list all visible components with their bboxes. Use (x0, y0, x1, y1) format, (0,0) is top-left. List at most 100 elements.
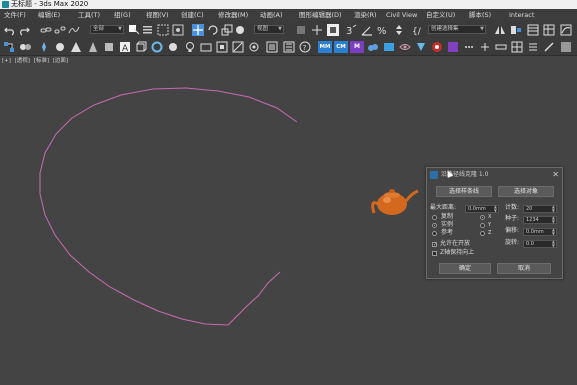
rendered-frame-icon[interactable] (54, 41, 66, 53)
undo-icon[interactable] (4, 24, 16, 36)
spline-circle[interactable] (39, 87, 298, 326)
rect-selection-icon[interactable] (157, 24, 169, 36)
axis-z-radio[interactable] (480, 231, 485, 236)
menu-interactive[interactable]: Interact (509, 9, 534, 21)
cylinder-icon[interactable] (103, 41, 115, 53)
brush-icon[interactable] (543, 41, 555, 53)
percent-snap-icon[interactable]: % (377, 24, 389, 36)
spinner-arrows-icon[interactable]: ▲ ▼ (552, 216, 555, 224)
red-record-icon[interactable] (431, 41, 443, 53)
render-production-icon[interactable] (70, 41, 82, 53)
viewport-pov-menu[interactable]: [透视] (15, 58, 30, 64)
allow-open-checkbox[interactable]: ✓ (432, 242, 437, 248)
ok-button[interactable]: 确定 (439, 263, 491, 274)
cloud-icon[interactable] (367, 41, 379, 53)
menu-civil-view[interactable]: Civil View (386, 9, 417, 21)
count-spinner[interactable]: 20 ▲ ▼ (523, 205, 557, 213)
helper-icon[interactable] (216, 41, 228, 53)
utilities-icon[interactable] (283, 41, 295, 53)
spacewarp-icon[interactable] (232, 41, 244, 53)
select-move-icon[interactable] (192, 24, 204, 36)
select-scale-icon[interactable] (221, 24, 233, 36)
render-setup-icon[interactable] (38, 41, 50, 53)
camera-icon[interactable] (200, 41, 212, 53)
torus-icon[interactable] (151, 41, 163, 53)
purple-tool-icon[interactable] (447, 41, 459, 53)
menu-edit[interactable]: 编辑(E) (38, 9, 60, 21)
gradient-icon[interactable] (560, 41, 572, 53)
viewport-standard-menu[interactable]: [标准] (34, 58, 49, 64)
seed-spinner[interactable]: 1234 ▲ ▼ (523, 216, 557, 224)
spinner-arrows-icon[interactable]: ▲ ▼ (552, 240, 555, 248)
toggle-ribbon-icon[interactable] (543, 24, 555, 36)
select-rotate-icon[interactable] (207, 24, 219, 36)
mirror-icon[interactable] (494, 24, 506, 36)
help-icon[interactable]: ? (299, 41, 311, 53)
spinner-arrows-icon[interactable]: ▲ ▼ (494, 205, 497, 213)
bind-spacewarp-icon[interactable] (68, 24, 80, 36)
shape-tool-icon[interactable] (415, 41, 427, 53)
window-crossing-icon[interactable] (172, 24, 184, 36)
z-axis-up-checkbox[interactable] (432, 251, 437, 256)
angle-snap-icon[interactable] (361, 24, 373, 36)
max-distance-spinner[interactable]: 0.0mm ▲ ▼ (465, 205, 499, 213)
instance-radio[interactable] (432, 223, 437, 228)
snaps-toggle-icon[interactable]: 3 (345, 24, 357, 36)
copy-radio[interactable] (432, 215, 437, 220)
link-icon[interactable] (40, 24, 52, 36)
close-icon[interactable]: ✕ (552, 168, 559, 181)
redo-icon[interactable] (18, 24, 30, 36)
script-list-icon[interactable] (527, 41, 539, 53)
sprinkler-icon[interactable] (479, 41, 491, 53)
menu-tools[interactable]: 工具(T) (78, 9, 100, 21)
menu-file[interactable]: 文件(F) (4, 9, 26, 21)
systems-icon[interactable] (248, 41, 260, 53)
rotate-spinner[interactable]: 0.0 ▲ ▼ (523, 240, 557, 248)
menu-rendering[interactable]: 渲染(R) (354, 9, 377, 21)
edit-named-selection-icon[interactable]: {/ (412, 24, 424, 36)
axis-y-radio[interactable] (480, 223, 485, 228)
box-icon[interactable] (135, 41, 147, 53)
keyboard-shortcut-icon[interactable] (327, 24, 339, 36)
spinner-arrows-icon[interactable]: ▲ ▼ (552, 205, 555, 213)
menu-scripting[interactable]: 脚本(S) (469, 9, 491, 21)
align-icon[interactable] (510, 24, 522, 36)
menu-animation[interactable]: 动画(A) (260, 9, 283, 21)
axis-x-radio[interactable] (480, 215, 485, 220)
pick-spline-button[interactable]: 选择样条线 (436, 186, 492, 197)
sphere-icon[interactable] (167, 41, 179, 53)
table-tool-icon[interactable] (511, 41, 523, 53)
menu-customize[interactable]: 自定义(U) (426, 9, 455, 21)
pick-object-button[interactable]: 选择对象 (498, 186, 554, 197)
menu-group[interactable]: 组(G) (114, 9, 131, 21)
menu-modifiers[interactable]: 修改器(M) (218, 9, 248, 21)
selection-filter-dropdown[interactable]: 全部 ▼ (90, 25, 124, 34)
text-shape-icon[interactable]: A (119, 41, 131, 53)
material-editor-icon[interactable] (19, 41, 31, 53)
viewport-shading-menu[interactable]: [边面] (53, 58, 68, 64)
teapot-object[interactable] (371, 189, 419, 215)
named-selection-sets-dropdown[interactable]: 创建选择集 ▼ (428, 25, 486, 34)
unlink-icon[interactable] (54, 24, 66, 36)
menu-views[interactable]: 视图(V) (146, 9, 169, 21)
ruler-icon[interactable] (495, 41, 507, 53)
display-icon[interactable] (266, 41, 278, 53)
menu-create[interactable]: 创建(C) (181, 9, 204, 21)
curve-editor-icon[interactable] (560, 24, 572, 36)
eye-icon[interactable] (399, 41, 411, 53)
offset-spinner[interactable]: 0.0mm ▲ ▼ (523, 228, 557, 236)
dots-icon[interactable] (463, 41, 475, 53)
viewport-plus-menu[interactable]: [+] (2, 58, 11, 64)
cancel-button[interactable]: 取消 (497, 263, 551, 274)
select-manipulate-icon[interactable] (311, 24, 323, 36)
select-object-icon[interactable] (128, 24, 140, 36)
cone-icon[interactable] (87, 41, 99, 53)
spinner-arrows-icon[interactable]: ▲ ▼ (552, 228, 555, 236)
light-bulb-icon[interactable] (184, 41, 196, 53)
pivot-center-icon[interactable] (295, 24, 307, 36)
select-place-icon[interactable] (234, 24, 246, 36)
menu-graph-editors[interactable]: 图形编辑器(D) (299, 9, 342, 21)
layer-explorer-icon[interactable] (527, 24, 539, 36)
spinner-snap-icon[interactable] (393, 24, 405, 36)
schematic-view-icon[interactable] (3, 41, 15, 53)
